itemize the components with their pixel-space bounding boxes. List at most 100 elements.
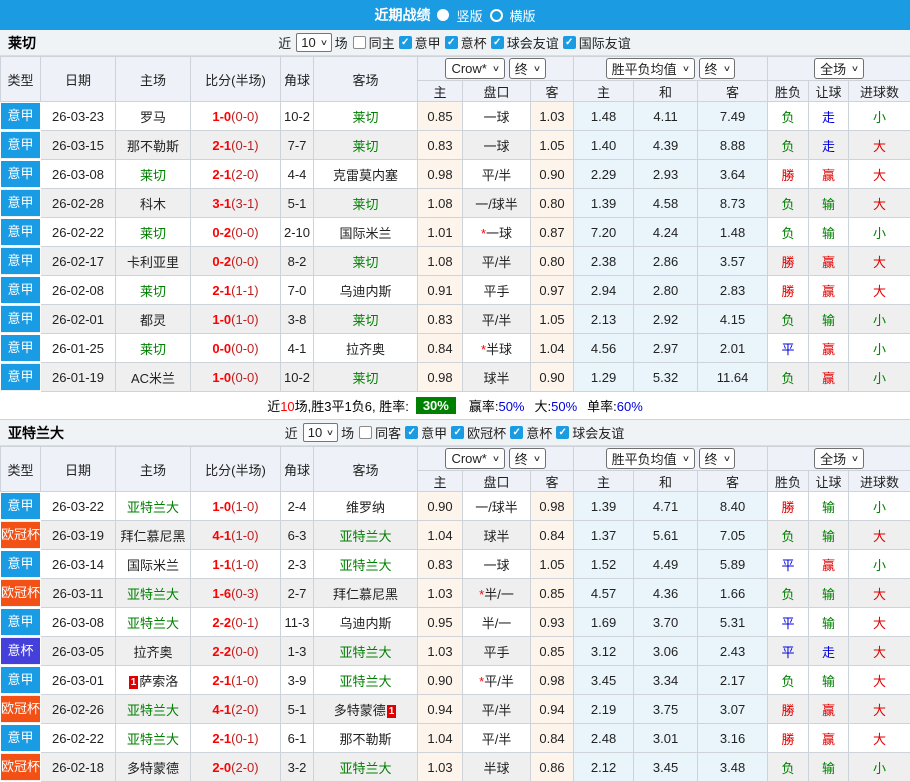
table-row: 意甲 26-03-14 国际米兰 1-1(1-0) 2-3 亚特兰大 0.83 … xyxy=(1,550,910,579)
results-table: 类型 日期 主场 比分(半场) 角球 客场 Crow*∨ 终∨ 胜平负均值∨ 终… xyxy=(0,56,910,392)
euro-away-odds: 8.88 xyxy=(698,131,768,160)
league-badge: 欧冠杯 xyxy=(1,753,41,782)
league-checkbox-serie-a[interactable]: ✓ xyxy=(399,36,412,49)
asian-odds-source-select[interactable]: Crow*∨ xyxy=(445,448,504,469)
result-handicap: 输 xyxy=(809,753,849,782)
euro-draw-odds: 4.71 xyxy=(634,492,698,521)
home-team: 莱切 xyxy=(116,276,191,305)
result-winloss: 平 xyxy=(768,608,809,637)
result-handicap: 输 xyxy=(809,305,849,334)
same-home-checkbox[interactable] xyxy=(353,36,366,49)
result-handicap: 赢 xyxy=(809,550,849,579)
match-count-select[interactable]: 10∨ xyxy=(296,33,331,52)
result-winloss: 负 xyxy=(768,305,809,334)
away-team: 莱切 xyxy=(314,363,418,392)
league-label-club-friendly[interactable]: 球会友谊 xyxy=(507,33,559,52)
match-scope-select[interactable]: 全场∨ xyxy=(814,448,864,469)
match-score: 1-1(1-0) xyxy=(191,550,281,579)
result-winloss: 平 xyxy=(768,637,809,666)
table-row: 意甲 26-02-28 科木 3-1(3-1) 5-1 莱切 1.08 一/球半… xyxy=(1,189,910,218)
asian-odds-state-select[interactable]: 终∨ xyxy=(509,448,546,469)
euro-away-odds: 7.05 xyxy=(698,521,768,550)
asian-handicap-line: 半球 xyxy=(463,753,531,782)
match-score: 2-1(2-0) xyxy=(191,160,281,189)
league-checkbox-ucl[interactable]: ✓ xyxy=(451,426,464,439)
league-checkbox-club-friendly[interactable]: ✓ xyxy=(556,426,569,439)
league-label-ucl[interactable]: 欧冠杯 xyxy=(467,423,506,442)
euro-home-odds: 7.20 xyxy=(574,218,634,247)
asian-odds-state-select[interactable]: 终∨ xyxy=(509,58,546,79)
table-row: 意甲 26-01-25 莱切 0-0(0-0) 4-1 拉齐奥 0.84 *半球… xyxy=(1,334,910,363)
league-label-serie-a[interactable]: 意甲 xyxy=(421,423,447,442)
asian-away-odds: 0.85 xyxy=(531,637,574,666)
match-count-select[interactable]: 10∨ xyxy=(303,423,338,442)
col-result-winloss: 胜负 xyxy=(768,471,809,492)
same-home-label[interactable]: 同主 xyxy=(369,33,395,52)
asian-handicap-line: 半/一 xyxy=(463,608,531,637)
euro-away-odds: 5.31 xyxy=(698,608,768,637)
home-team: 亚特兰大 xyxy=(116,724,191,753)
result-winloss: 负 xyxy=(768,218,809,247)
same-away-checkbox[interactable] xyxy=(359,426,372,439)
league-label-serie-a[interactable]: 意甲 xyxy=(415,33,441,52)
horizontal-layout-radio[interactable] xyxy=(490,9,503,22)
asian-handicap-line: 一/球半 xyxy=(463,492,531,521)
euro-odds-state-select[interactable]: 终∨ xyxy=(699,58,736,79)
result-winloss: 勝 xyxy=(768,724,809,753)
same-away-label[interactable]: 同客 xyxy=(375,423,401,442)
league-checkbox-coppa[interactable]: ✓ xyxy=(445,36,458,49)
euro-home-odds: 3.45 xyxy=(574,666,634,695)
league-label-coppa[interactable]: 意杯 xyxy=(461,33,487,52)
euro-odds-source-select[interactable]: 胜平负均值∨ xyxy=(606,448,695,469)
summary-count: 10 xyxy=(280,399,294,414)
asian-handicap-line: 一球 xyxy=(463,550,531,579)
col-asian-line: 盘口 xyxy=(463,471,531,492)
league-checkbox-intl-friendly[interactable]: ✓ xyxy=(563,36,576,49)
results-rows: 意甲 26-03-23 罗马 1-0(0-0) 10-2 莱切 0.85 一球 … xyxy=(1,102,910,392)
euro-odds-state-select[interactable]: 终∨ xyxy=(699,448,736,469)
euro-home-odds: 3.12 xyxy=(574,637,634,666)
col-date: 日期 xyxy=(41,57,116,102)
vertical-layout-label[interactable]: 竖版 xyxy=(456,6,482,25)
euro-home-odds: 2.12 xyxy=(574,753,634,782)
away-team: 亚特兰大 xyxy=(314,753,418,782)
match-scope-select[interactable]: 全场∨ xyxy=(814,58,864,79)
horizontal-layout-label[interactable]: 横版 xyxy=(510,6,536,25)
result-winloss: 勝 xyxy=(768,247,809,276)
corner-count: 2-3 xyxy=(281,550,314,579)
col-asian-home: 主 xyxy=(418,81,463,102)
league-label-intl-friendly[interactable]: 国际友谊 xyxy=(579,33,631,52)
asian-handicap-line: 平/半 xyxy=(463,724,531,753)
table-row: 意甲 26-03-22 亚特兰大 1-0(1-0) 2-4 维罗纳 0.90 一… xyxy=(1,492,910,521)
euro-away-odds: 4.15 xyxy=(698,305,768,334)
league-checkbox-coppa[interactable]: ✓ xyxy=(510,426,523,439)
red-card-icon: 1 xyxy=(387,705,397,718)
result-goals: 大 xyxy=(849,579,910,608)
team-name: 亚特兰大 xyxy=(8,423,64,443)
table-row: 意甲 26-03-15 那不勒斯 2-1(0-1) 7-7 莱切 0.83 一球… xyxy=(1,131,910,160)
league-checkbox-club-friendly[interactable]: ✓ xyxy=(491,36,504,49)
away-team: 亚特兰大 xyxy=(314,550,418,579)
league-badge: 欧冠杯 xyxy=(1,695,41,724)
chevron-down-icon: ∨ xyxy=(492,64,500,73)
corner-count: 8-2 xyxy=(281,247,314,276)
near-label: 近 xyxy=(285,423,298,442)
euro-home-odds: 1.29 xyxy=(574,363,634,392)
euro-home-odds: 2.48 xyxy=(574,724,634,753)
away-team: 乌迪内斯 xyxy=(314,608,418,637)
asian-odds-source-select[interactable]: Crow*∨ xyxy=(445,58,504,79)
league-label-club-friendly[interactable]: 球会友谊 xyxy=(572,423,624,442)
home-team: 那不勒斯 xyxy=(116,131,191,160)
match-date: 26-03-05 xyxy=(41,637,116,666)
league-checkbox-serie-a[interactable]: ✓ xyxy=(405,426,418,439)
chevron-down-icon: ∨ xyxy=(533,64,541,73)
col-euro-away: 客 xyxy=(698,471,768,492)
match-score: 3-1(3-1) xyxy=(191,189,281,218)
euro-draw-odds: 2.86 xyxy=(634,247,698,276)
euro-away-odds: 2.17 xyxy=(698,666,768,695)
filter-bar: 亚特兰大 近 10∨ 场 同客 ✓ 意甲 ✓ 欧冠杯 ✓ 意杯 ✓ 球会友谊 xyxy=(0,420,910,446)
league-label-coppa[interactable]: 意杯 xyxy=(526,423,552,442)
match-score: 4-1(2-0) xyxy=(191,695,281,724)
vertical-layout-radio[interactable] xyxy=(437,9,449,21)
euro-odds-source-select[interactable]: 胜平负均值∨ xyxy=(606,58,695,79)
